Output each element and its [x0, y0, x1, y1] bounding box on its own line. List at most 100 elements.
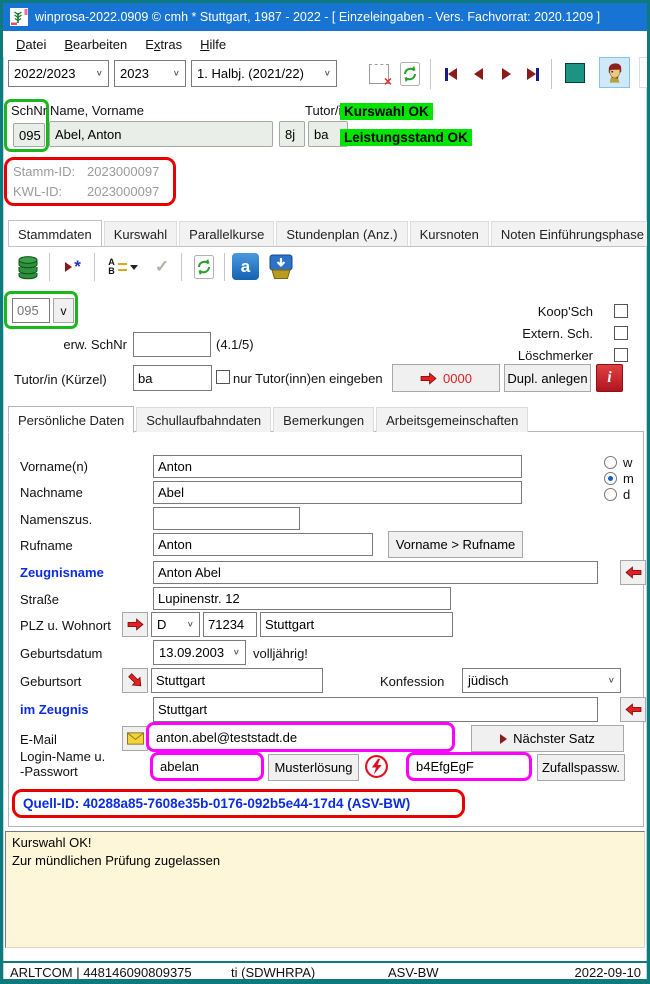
schnr-input[interactable]: 095 — [12, 298, 50, 323]
erw-schnr-label: erw. SchNr — [37, 337, 127, 352]
course-color-button[interactable] — [559, 57, 590, 88]
tab-parallelkurse[interactable]: Parallelkurse — [179, 221, 274, 246]
goto-record-button[interactable]: 0000 — [392, 364, 500, 392]
import-download-button[interactable] — [265, 252, 297, 282]
country-select[interactable]: D ∨ — [151, 612, 200, 637]
id-highlight-box: Stamm-ID: 2023000097 KWL-ID: 2023000097 — [4, 157, 176, 206]
vorname-zu-rufname-button[interactable]: Vorname > Rufname — [388, 531, 523, 558]
loeschmerker-checkbox[interactable] — [614, 348, 628, 362]
zeugnisname-input[interactable]: Anton Abel — [153, 561, 598, 584]
namenszus-input[interactable] — [153, 507, 300, 530]
student-profile-next-button[interactable] — [639, 57, 650, 88]
tab-persoenliche-daten[interactable]: Persönliche Daten — [8, 406, 134, 433]
im-zeugnis-input[interactable]: Stuttgart — [153, 697, 598, 722]
koopsch-label: Koop'Sch — [392, 304, 593, 319]
schnr-highlight-box: SchNr 095 — [4, 99, 49, 152]
toolbar-separator — [181, 253, 182, 281]
goto-record-number: 0000 — [443, 371, 472, 386]
window-titlebar: winprosa-2022.0909 © cmh * Stuttgart, 19… — [3, 3, 647, 31]
student-profile-button[interactable] — [599, 57, 630, 88]
quell-id-highlight-box: Quell-ID: 40288a85-7608e35b-0176-092b5e4… — [12, 789, 465, 818]
message-line-1: Kurswahl OK! — [12, 834, 638, 852]
nur-tutoren-checkbox[interactable] — [216, 370, 230, 384]
stamm-id-label: Stamm-ID: — [13, 162, 87, 182]
tutor-kuerzel-input[interactable]: ba — [133, 365, 212, 391]
tab-schullaufbahndaten[interactable]: Schullaufbahndaten — [136, 407, 271, 432]
gender-label-d: d — [623, 487, 630, 502]
zeugnisname-takeover-button[interactable] — [620, 560, 646, 585]
name-vorname-label: Name, Vorname — [50, 103, 144, 118]
confirm-button[interactable]: ✓ — [148, 252, 176, 282]
generate-login-button[interactable] — [362, 752, 391, 781]
koopsch-checkbox[interactable] — [614, 304, 628, 318]
gender-radio-d[interactable] — [604, 488, 617, 501]
confirm-check-icon: ✓ — [155, 257, 169, 277]
chevron-down-icon: ∨ — [187, 620, 194, 629]
extern-sch-checkbox[interactable] — [614, 326, 628, 340]
nav-last-button[interactable] — [520, 60, 545, 88]
geburtsdatum-select[interactable]: 13.09.2003 ∨ — [153, 640, 246, 665]
nav-last-icon — [527, 68, 539, 81]
plz-wohnort-label: PLZ u. Wohnort — [20, 618, 111, 633]
im-zeugnis-takeover-button[interactable] — [620, 697, 646, 722]
tab-stammdaten[interactable]: Stammdaten — [8, 220, 102, 247]
next-new-record-icon: * — [65, 262, 81, 272]
rufname-input[interactable]: Anton — [153, 533, 373, 556]
red-left-arrow-icon — [625, 566, 642, 579]
country-value: D — [157, 617, 166, 632]
duplicate-button[interactable]: Dupl. anlegen — [504, 364, 591, 392]
message-box: Kurswahl OK! Zur mündlichen Prüfung zuge… — [5, 831, 645, 948]
naechster-satz-button[interactable]: Nächster Satz — [471, 725, 624, 752]
menu-item-datei[interactable]: Datei — [7, 34, 55, 55]
schnr-dropdown-button[interactable]: v — [53, 298, 74, 323]
plz-input[interactable]: 71234 — [203, 612, 257, 637]
cohort-select[interactable]: 2023 ∨ — [114, 60, 186, 87]
statusbar-source: ASV-BW — [388, 965, 439, 980]
nav-first-button[interactable] — [438, 60, 463, 88]
chevron-down-icon: ∨ — [324, 69, 331, 78]
nav-prev-icon — [474, 68, 483, 80]
passwort-input[interactable]: b4EfgEgF — [406, 752, 532, 781]
status-kurswahl-ok: Kurswahl OK — [340, 103, 433, 120]
tab-kursnoten[interactable]: Kursnoten — [410, 221, 489, 246]
strasse-input[interactable]: Lupinenstr. 12 — [153, 587, 451, 610]
gender-radio-m[interactable] — [604, 472, 617, 485]
nachname-input[interactable]: Abel — [153, 481, 522, 504]
plz-lookup-button[interactable] — [122, 612, 148, 637]
school-year-select[interactable]: 2022/2023 ∨ — [8, 60, 109, 87]
vorname-input[interactable]: Anton — [153, 455, 522, 478]
info-button[interactable]: i — [596, 364, 623, 392]
database-button[interactable] — [12, 252, 44, 282]
reload-record-button[interactable] — [189, 252, 219, 282]
student-class-field: 8j — [279, 121, 305, 147]
reload-button[interactable] — [396, 59, 424, 88]
menu-item-extras[interactable]: Extras — [136, 34, 191, 55]
erw-schnr-input[interactable] — [133, 332, 211, 357]
geburtsort-input[interactable]: Stuttgart — [151, 668, 323, 693]
wohnort-input[interactable]: Stuttgart — [260, 612, 453, 637]
nav-next-button[interactable] — [494, 60, 519, 88]
clear-form-button[interactable]: × — [365, 59, 393, 88]
musterloesung-button[interactable]: Musterlösung — [268, 754, 359, 781]
tab-stundenplan[interactable]: Stundenplan (Anz.) — [276, 221, 407, 246]
menu-item-bearbeiten[interactable]: Bearbeiten — [55, 34, 136, 55]
login-name-input[interactable]: abelan — [150, 752, 264, 781]
tab-bemerkungen[interactable]: Bemerkungen — [273, 407, 374, 432]
schnr-label: SchNr — [7, 102, 46, 118]
stamm-id-value: 2023000097 — [87, 162, 159, 182]
menu-item-hilfe[interactable]: Hilfe — [191, 34, 235, 55]
tab-arbeitsgemeinschaften[interactable]: Arbeitsgemeinschaften — [376, 407, 528, 432]
tab-kurswahl[interactable]: Kurswahl — [104, 221, 177, 246]
email-input[interactable]: anton.abel@teststadt.de — [146, 722, 455, 752]
sort-ab-button[interactable]: AB — [102, 252, 144, 282]
nav-prev-button[interactable] — [466, 60, 491, 88]
zufallspassw-button[interactable]: Zufallspassw. — [537, 754, 625, 781]
asv-a-button[interactable]: a — [232, 253, 259, 280]
term-select[interactable]: 1. Halbj. (2021/22) ∨ — [191, 60, 337, 87]
email-send-button[interactable] — [122, 726, 148, 751]
next-new-record-button[interactable]: * — [57, 252, 89, 282]
konfession-select[interactable]: jüdisch ∨ — [462, 668, 621, 693]
gender-radio-w[interactable] — [604, 456, 617, 469]
geburtsort-takeover-button[interactable] — [122, 668, 148, 693]
tab-noten-einfuehrungsphase[interactable]: Noten Einführungsphase — [491, 221, 647, 246]
